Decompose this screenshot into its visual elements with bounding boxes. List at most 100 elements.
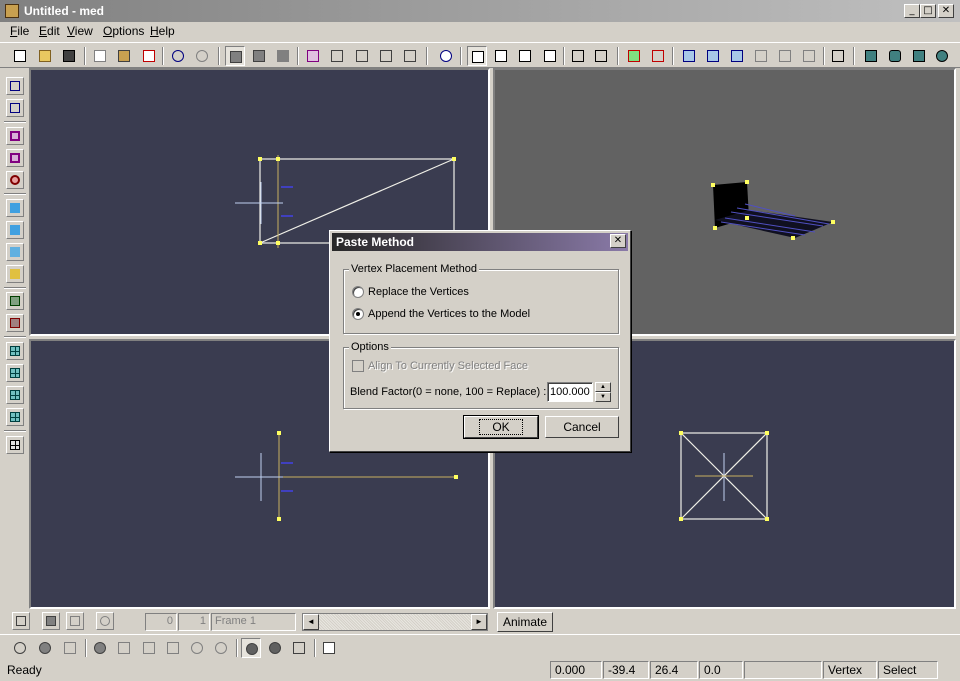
- bt-button-13[interactable]: [319, 638, 339, 658]
- slider-right-button[interactable]: ►: [471, 614, 487, 630]
- grid2-button[interactable]: [6, 364, 24, 382]
- frame-slider[interactable]: ◄ ►: [302, 613, 488, 631]
- move-button[interactable]: [491, 46, 511, 66]
- paste-button[interactable]: [114, 46, 134, 66]
- bt-button-8[interactable]: [187, 638, 207, 658]
- view-front-button[interactable]: [861, 46, 881, 66]
- status-z: 26.4: [650, 661, 698, 679]
- save-button[interactable]: [59, 46, 79, 66]
- frame-name-field[interactable]: Frame 1: [211, 613, 296, 631]
- bt-button-2[interactable]: [35, 638, 55, 658]
- rotate-view-button[interactable]: [436, 46, 456, 66]
- pan-button[interactable]: [540, 46, 560, 66]
- replace-vertices-label[interactable]: Replace the Vertices: [368, 286, 469, 298]
- view-top-button[interactable]: [909, 46, 929, 66]
- grid3-button[interactable]: [6, 386, 24, 404]
- keyframe-button[interactable]: [96, 612, 114, 630]
- bt-button-6[interactable]: [139, 638, 159, 658]
- bt-button-3[interactable]: [60, 638, 80, 658]
- tool1-button[interactable]: [6, 77, 24, 95]
- rotate-button[interactable]: [352, 46, 372, 66]
- view-3d-button[interactable]: [932, 46, 952, 66]
- menu-view[interactable]: View: [67, 24, 93, 38]
- ok-button[interactable]: OK: [463, 415, 539, 439]
- frame-start-field[interactable]: 0: [145, 613, 177, 631]
- target-button[interactable]: [6, 171, 24, 189]
- shape2-button[interactable]: [6, 265, 24, 283]
- grid1-button[interactable]: [6, 342, 24, 360]
- play-button[interactable]: [12, 612, 30, 630]
- append-vertices-radio[interactable]: [352, 308, 364, 320]
- snap-button[interactable]: [679, 46, 699, 66]
- replace-vertices-radio[interactable]: [352, 286, 364, 298]
- stretch-button[interactable]: [568, 46, 588, 66]
- new-button[interactable]: [10, 46, 30, 66]
- bt-button-1[interactable]: [10, 638, 30, 658]
- weld-button[interactable]: [703, 46, 723, 66]
- bt-button-5[interactable]: [114, 638, 134, 658]
- bt-button-4[interactable]: [90, 638, 110, 658]
- blend-factor-input[interactable]: [547, 382, 593, 402]
- flip-icon: [404, 50, 416, 62]
- copy-button[interactable]: [90, 46, 110, 66]
- mirror-button[interactable]: [376, 46, 396, 66]
- cross-blue-button[interactable]: [6, 199, 24, 217]
- select-object-button[interactable]: [273, 46, 293, 66]
- select-vertex-button[interactable]: [225, 46, 245, 66]
- bt-button-9[interactable]: [211, 638, 231, 658]
- append-vertices-label[interactable]: Append the Vertices to the Model: [368, 308, 530, 320]
- box-button[interactable]: [6, 127, 24, 145]
- cancel-button[interactable]: Cancel: [545, 416, 619, 438]
- delete-button[interactable]: [139, 46, 159, 66]
- frame-button[interactable]: [303, 46, 323, 66]
- rotate-icon: [356, 50, 368, 62]
- bt-button-7[interactable]: [163, 638, 183, 658]
- scale-tool-button[interactable]: [515, 46, 535, 66]
- menu-edit[interactable]: Edit: [39, 24, 60, 38]
- animate-button[interactable]: Animate: [497, 612, 553, 632]
- close-button[interactable]: ✕: [938, 4, 954, 18]
- select-face-button[interactable]: [249, 46, 269, 66]
- minimize-button[interactable]: _: [904, 4, 920, 18]
- blend-spin-up[interactable]: ▲: [595, 382, 611, 392]
- flip-button[interactable]: [400, 46, 420, 66]
- menu-options[interactable]: Options: [103, 24, 144, 38]
- tool2-button[interactable]: [6, 99, 24, 117]
- bt-button-12[interactable]: [289, 638, 309, 658]
- select-hand-button[interactable]: [467, 46, 487, 66]
- slider-left-button[interactable]: ◄: [303, 614, 319, 630]
- bt-button-11[interactable]: [265, 638, 285, 658]
- layer2-button[interactable]: [6, 314, 24, 332]
- shape-button[interactable]: [6, 243, 24, 261]
- frame-current-field[interactable]: 1: [178, 613, 210, 631]
- blend-factor-label: Blend Factor(0 = none, 100 = Replace) :: [350, 386, 547, 398]
- film-button[interactable]: [42, 612, 60, 630]
- move-cross-button[interactable]: [591, 46, 611, 66]
- tool-b-button[interactable]: [775, 46, 795, 66]
- tool-c-button[interactable]: [799, 46, 819, 66]
- view-side-button[interactable]: [885, 46, 905, 66]
- open-button[interactable]: [35, 46, 55, 66]
- bt-button-10[interactable]: [241, 638, 261, 658]
- red-vertex-button[interactable]: [624, 46, 644, 66]
- layer-button[interactable]: [6, 292, 24, 310]
- undo-button[interactable]: [168, 46, 188, 66]
- maximize-button[interactable]: □: [920, 4, 936, 18]
- triangle-button[interactable]: [6, 149, 24, 167]
- cross-blue2-button[interactable]: [6, 221, 24, 239]
- menu-file[interactable]: File: [10, 24, 29, 38]
- frames-button[interactable]: [66, 612, 84, 630]
- grid5-button[interactable]: [6, 436, 24, 454]
- redo-button[interactable]: [192, 46, 212, 66]
- align-face-checkbox[interactable]: [352, 360, 364, 372]
- blend-spin-down[interactable]: ▼: [595, 392, 611, 402]
- scale-button[interactable]: [327, 46, 347, 66]
- connect-button[interactable]: [727, 46, 747, 66]
- dialog-close-button[interactable]: ✕: [610, 234, 626, 248]
- menu-help[interactable]: Help: [150, 24, 175, 38]
- grid4-button[interactable]: [6, 408, 24, 426]
- red-triangle-button[interactable]: [648, 46, 668, 66]
- tool-a-button[interactable]: [751, 46, 771, 66]
- window-title: Untitled - med: [24, 4, 104, 18]
- magnet-button[interactable]: [828, 46, 848, 66]
